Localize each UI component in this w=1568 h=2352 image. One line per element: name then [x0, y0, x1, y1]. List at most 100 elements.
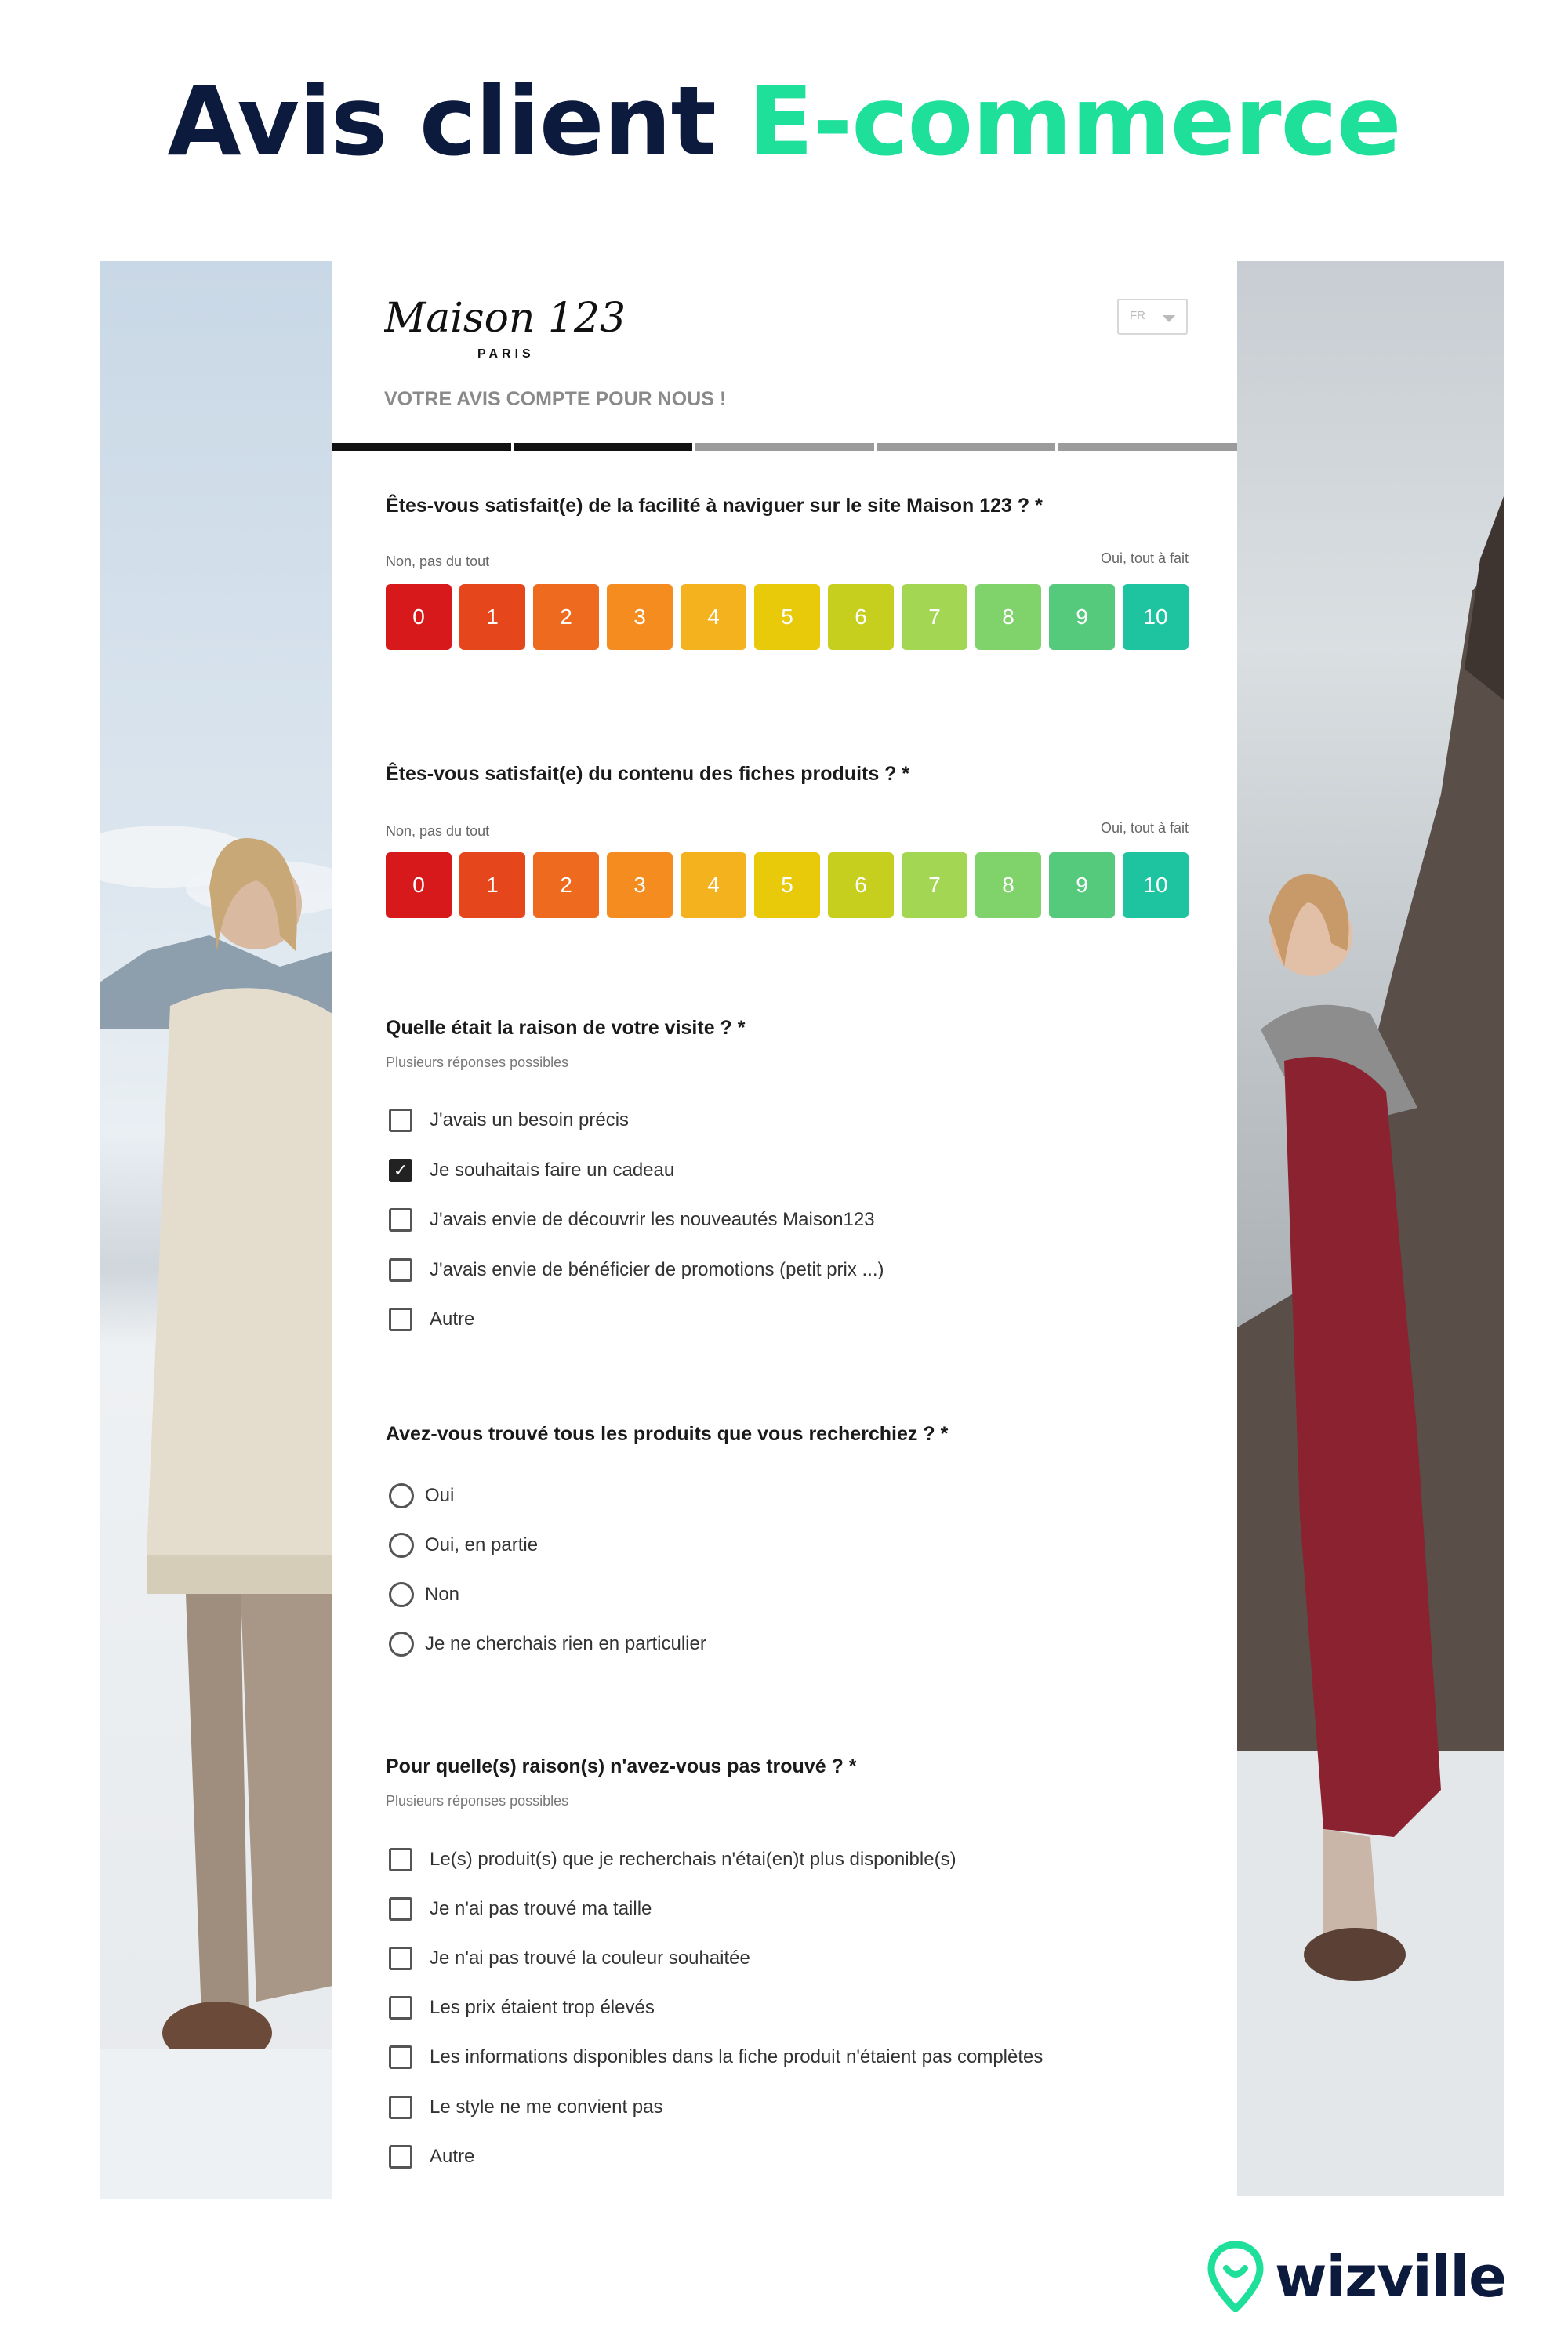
- question-4-title: Avez-vous trouvé tous les produits que v…: [386, 1423, 949, 1445]
- radio-button[interactable]: [389, 1632, 414, 1657]
- checkbox-checked[interactable]: ✓: [389, 1159, 412, 1182]
- scale-button-2[interactable]: 2: [533, 584, 599, 650]
- checkbox[interactable]: [389, 2096, 412, 2119]
- option-label: Les prix étaient trop élevés: [430, 1997, 655, 2018]
- question-2-title: Êtes-vous satisfait(e) du contenu des fi…: [386, 763, 910, 785]
- checkbox[interactable]: [389, 1848, 412, 1871]
- left-photo-illustration: [100, 826, 332, 2199]
- checkbox[interactable]: [389, 1947, 412, 1970]
- checkbox[interactable]: [389, 2045, 412, 2069]
- option-label: J'avais envie de découvrir les nouveauté…: [430, 1209, 875, 1230]
- scale-button-2[interactable]: 2: [533, 852, 599, 918]
- language-select[interactable]: FR: [1117, 299, 1188, 335]
- question-2-scale: 0 1 2 3 4 5 6 7 8 9 10: [386, 852, 1189, 918]
- progress-step: [695, 443, 874, 451]
- headline-part-1: Avis client: [167, 66, 716, 177]
- checkbox-option[interactable]: Le(s) produit(s) que je recherchais n'ét…: [389, 1846, 956, 1873]
- chevron-down-icon: [1163, 315, 1175, 322]
- scale-button-3[interactable]: 3: [607, 852, 673, 918]
- checkbox-option[interactable]: J'avais envie de découvrir les nouveauté…: [389, 1207, 875, 1233]
- wizville-brand: wizville: [1207, 2238, 1513, 2316]
- survey-tagline: VOTRE AVIS COMPTE POUR NOUS !: [384, 388, 727, 410]
- scale-button-4[interactable]: 4: [681, 584, 746, 650]
- scale-button-1[interactable]: 1: [459, 584, 525, 650]
- right-photo-illustration: [1237, 496, 1504, 2196]
- question-1-title: Êtes-vous satisfait(e) de la facilité à …: [386, 495, 1043, 517]
- checkbox-option[interactable]: Je n'ai pas trouvé la couleur souhaitée: [389, 1945, 750, 1972]
- progress-step: [877, 443, 1056, 451]
- checkbox-option[interactable]: Autre: [389, 2143, 474, 2170]
- scale-button-5[interactable]: 5: [754, 584, 820, 650]
- location-pin-icon: [1207, 2241, 1264, 2312]
- scale-button-10[interactable]: 10: [1123, 584, 1189, 650]
- option-label: Je souhaitais faire un cadeau: [430, 1160, 675, 1181]
- checkbox-option[interactable]: Les informations disponibles dans la fic…: [389, 2044, 1043, 2071]
- scale-button-6[interactable]: 6: [828, 852, 894, 918]
- option-label: Je n'ai pas trouvé la couleur souhaitée: [430, 1947, 750, 1969]
- radio-option[interactable]: Oui, en partie: [389, 1532, 538, 1559]
- question-3-title: Quelle était la raison de votre visite ?…: [386, 1017, 746, 1039]
- radio-button[interactable]: [389, 1582, 414, 1607]
- question-1-high-label: Oui, tout à fait: [1100, 550, 1189, 566]
- scale-button-4[interactable]: 4: [681, 852, 746, 918]
- scale-button-7[interactable]: 7: [902, 852, 967, 918]
- progress-bar: [332, 443, 1237, 451]
- checkbox-option[interactable]: ✓ Je souhaitais faire un cadeau: [389, 1157, 674, 1184]
- checkbox-option[interactable]: J'avais envie de bénéficier de promotion…: [389, 1257, 884, 1283]
- radio-button[interactable]: [389, 1533, 414, 1558]
- scale-button-8[interactable]: 8: [975, 584, 1041, 650]
- checkbox-option[interactable]: J'avais un besoin précis: [389, 1107, 629, 1134]
- radio-button[interactable]: [389, 1483, 414, 1508]
- photo-left-model: [100, 261, 332, 2199]
- logo-paris: PARIS: [477, 347, 535, 361]
- checkmark-icon: ✓: [393, 1160, 408, 1180]
- checkbox-option[interactable]: Le style ne me convient pas: [389, 2094, 663, 2121]
- question-2-low-label: Non, pas du tout: [386, 823, 490, 839]
- radio-option[interactable]: Je ne cherchais rien en particulier: [389, 1631, 706, 1657]
- scale-button-10[interactable]: 10: [1123, 852, 1189, 918]
- checkbox-option[interactable]: Je n'ai pas trouvé ma taille: [389, 1896, 652, 1922]
- question-1-scale: 0 1 2 3 4 5 6 7 8 9 10: [386, 584, 1189, 650]
- checkbox[interactable]: [389, 1258, 412, 1282]
- language-value: FR: [1130, 309, 1145, 322]
- option-label: Autre: [430, 1308, 475, 1330]
- scale-button-8[interactable]: 8: [975, 852, 1041, 918]
- scale-button-7[interactable]: 7: [902, 584, 967, 650]
- checkbox[interactable]: [389, 1897, 412, 1921]
- option-label: Le(s) produit(s) que je recherchais n'ét…: [430, 1849, 956, 1870]
- question-5-subtitle: Plusieurs réponses possibles: [386, 1793, 569, 1809]
- scale-button-6[interactable]: 6: [828, 584, 894, 650]
- checkbox[interactable]: [389, 1996, 412, 2020]
- checkbox[interactable]: [389, 1208, 412, 1232]
- headline: Avis client E-commerce: [0, 64, 1568, 179]
- question-1-low-label: Non, pas du tout: [386, 554, 490, 569]
- scale-button-1[interactable]: 1: [459, 852, 525, 918]
- question-5-title: Pour quelle(s) raison(s) n'avez-vous pas…: [386, 1755, 857, 1777]
- radio-option[interactable]: Non: [389, 1581, 459, 1608]
- progress-step: [514, 443, 693, 451]
- progress-step: [1058, 443, 1237, 451]
- checkbox-option[interactable]: Les prix étaient trop élevés: [389, 1994, 655, 2021]
- checkbox[interactable]: [389, 1109, 412, 1132]
- option-label: Autre: [430, 2146, 475, 2167]
- option-label: Je ne cherchais rien en particulier: [425, 1633, 706, 1654]
- question-3-subtitle: Plusieurs réponses possibles: [386, 1054, 569, 1070]
- scale-button-9[interactable]: 9: [1049, 852, 1115, 918]
- scale-button-0[interactable]: 0: [386, 584, 452, 650]
- headline-part-2: E-commerce: [748, 66, 1401, 177]
- option-label: J'avais un besoin précis: [430, 1109, 630, 1131]
- scale-button-9[interactable]: 9: [1049, 584, 1115, 650]
- scale-button-5[interactable]: 5: [754, 852, 820, 918]
- radio-option[interactable]: Oui: [389, 1483, 454, 1509]
- option-label: Oui, en partie: [425, 1534, 539, 1555]
- checkbox-option[interactable]: Autre: [389, 1306, 474, 1333]
- scale-button-3[interactable]: 3: [607, 584, 673, 650]
- survey-card: Maison 123 PARIS FR VOTRE AVIS COMPTE PO…: [332, 261, 1237, 2199]
- checkbox[interactable]: [389, 1308, 412, 1331]
- option-label: Le style ne me convient pas: [430, 2096, 663, 2118]
- option-label: Oui: [425, 1485, 455, 1506]
- brand-name: wizville: [1275, 2244, 1507, 2310]
- scale-button-0[interactable]: 0: [386, 852, 452, 918]
- progress-step: [332, 443, 511, 451]
- checkbox[interactable]: [389, 2145, 412, 2169]
